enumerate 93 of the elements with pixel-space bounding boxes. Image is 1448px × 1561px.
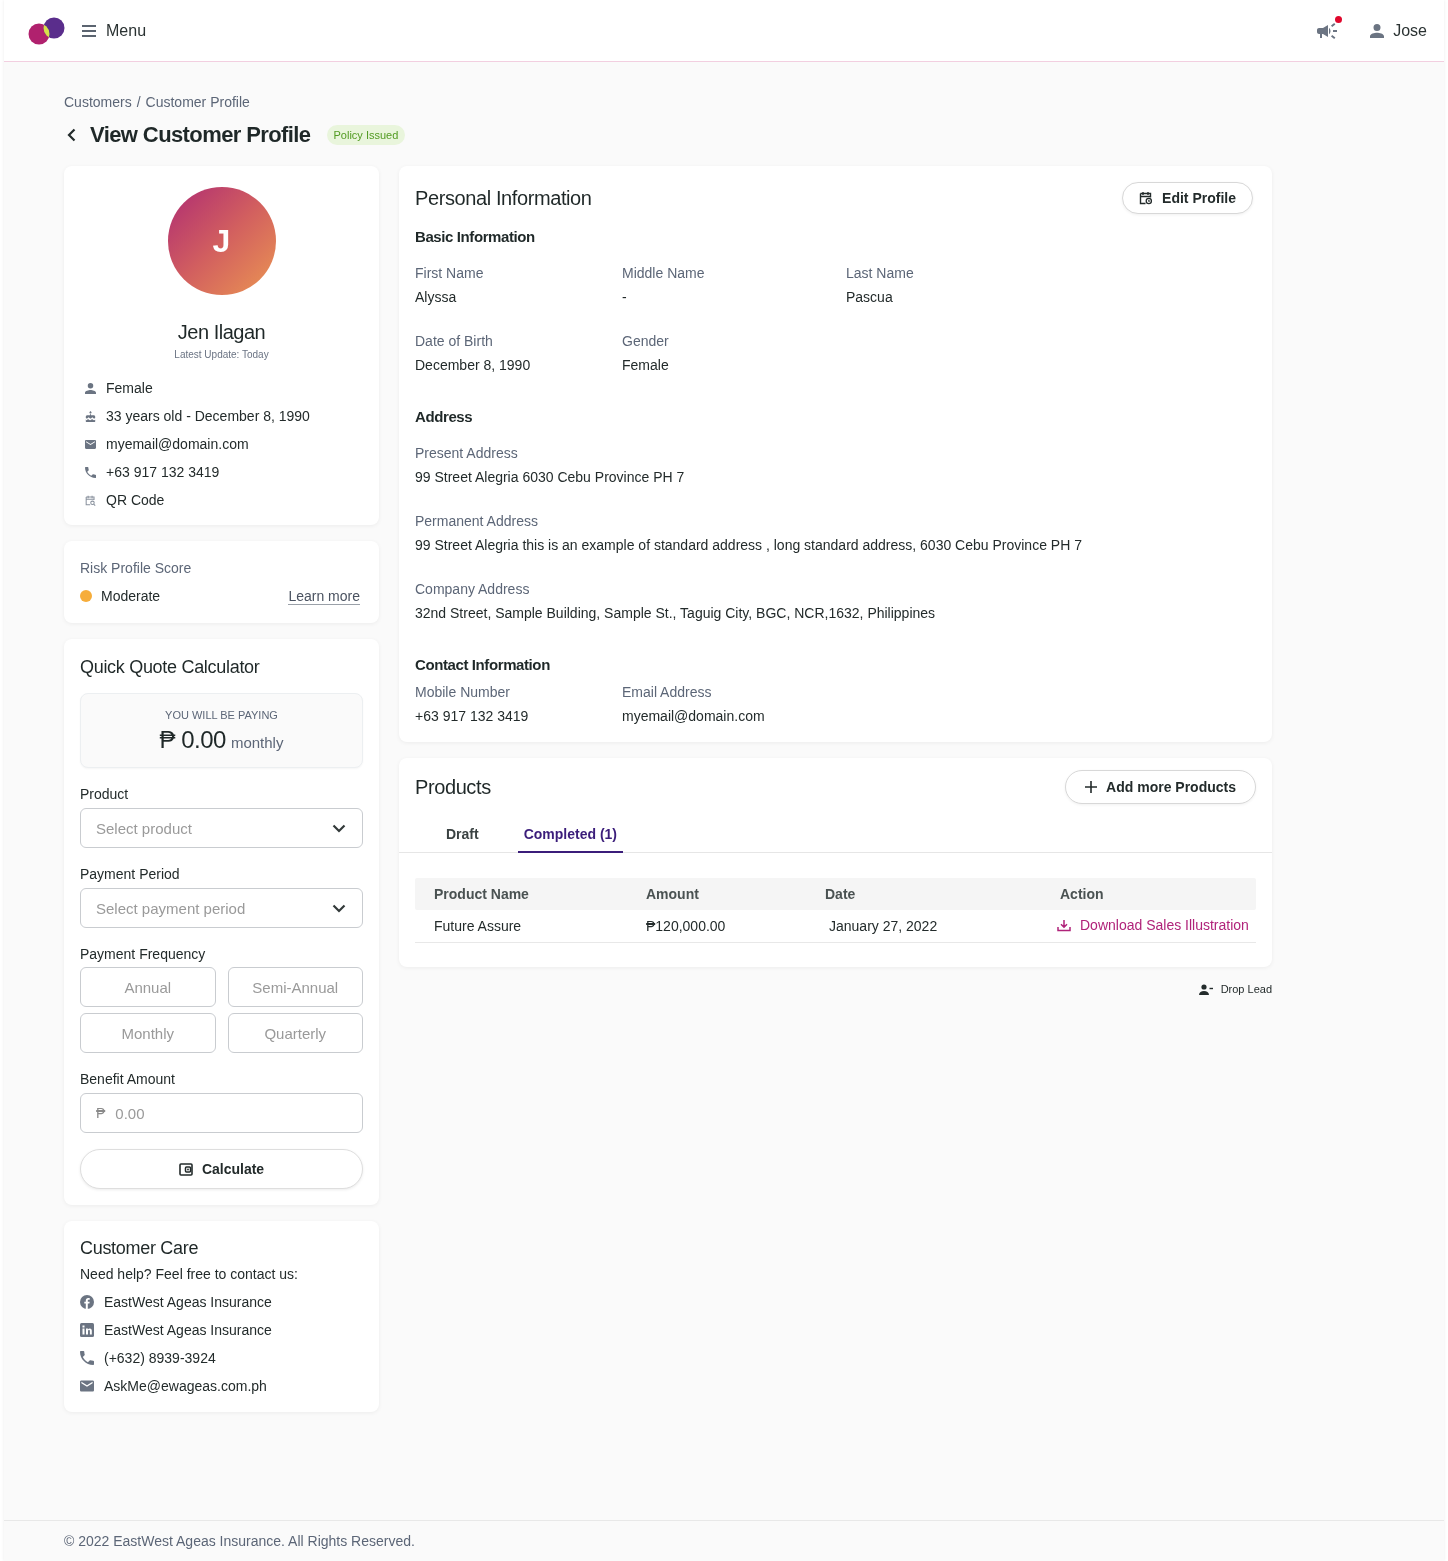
phone-icon	[85, 466, 96, 478]
plus-icon	[1085, 781, 1098, 793]
drop-lead-button[interactable]: Drop Lead	[1198, 983, 1272, 995]
status-badge: Policy Issued	[326, 125, 406, 145]
detail-text: +63 917 132 3419	[106, 463, 220, 482]
breadcrumb-current: Customer Profile	[145, 93, 250, 112]
copyright-text: © 2022 EastWest Ageas Insurance. All Rights Reserved.	[64, 1533, 415, 1549]
calendar-search-icon	[85, 494, 96, 506]
field-label: Present Address	[415, 444, 519, 463]
field-value: December 8, 1990	[415, 356, 532, 375]
wallet-icon	[178, 1162, 193, 1176]
field-label: Benefit Amount	[80, 1070, 176, 1089]
field-value: Alyssa	[415, 288, 458, 307]
chevron-down-icon	[332, 823, 346, 833]
section-title: Contact Information	[415, 655, 551, 675]
envelope-icon	[85, 438, 96, 450]
detail-text: 33 years old - December 8, 1990	[106, 407, 310, 426]
detail-text: myemail@domain.com	[106, 435, 249, 454]
add-products-button[interactable]: Add more Products	[1065, 770, 1256, 804]
megaphone-icon[interactable]	[1317, 22, 1338, 39]
customer-name: Jen Ilagan	[177, 320, 266, 345]
field-value: Pascua	[846, 288, 894, 307]
person-icon	[85, 382, 96, 394]
menu-button[interactable]: Menu	[82, 21, 147, 40]
card-title: Products	[415, 775, 491, 800]
user-icon	[1370, 23, 1385, 38]
field-value: 99 Street Alegria this is an example of standard address , long standard address, 6030 Cebu Province PH 7	[415, 536, 1083, 555]
contact-text: (+632) 8939-3924	[104, 1349, 216, 1368]
card-title: Customer Care	[80, 1237, 200, 1260]
field-label: Payment Period	[80, 865, 181, 884]
field-value: +63 917 132 3419	[415, 707, 530, 726]
avatar: J	[167, 187, 276, 295]
field-label: Product	[80, 785, 130, 804]
risk-level: Moderate	[101, 588, 161, 604]
care-intro-text: Need help? Feel free to contact us:	[80, 1265, 299, 1284]
field-label: Mobile Number	[415, 683, 511, 702]
field-label: Permanent Address	[415, 512, 539, 531]
download-icon	[1057, 918, 1071, 932]
table-cell-text: January 27, 2022	[828, 918, 939, 934]
chevron-left-icon[interactable]	[67, 128, 76, 142]
latest-update-text: Latest Update: Today	[174, 348, 269, 362]
column-header: Product Name	[433, 886, 530, 902]
card-title: Quick Quote Calculator	[80, 656, 261, 679]
field-label: Company Address	[415, 580, 531, 599]
contact-text: EastWest Ageas Insurance	[104, 1321, 272, 1340]
envelope-icon	[80, 1379, 94, 1393]
linkedin-icon	[80, 1323, 94, 1337]
risk-label: Risk Profile Score	[80, 559, 193, 578]
section-title: Address	[415, 407, 474, 427]
field-label: Last Name	[846, 264, 915, 283]
field-value: 99 Street Alegria 6030 Cebu Province PH 7	[415, 468, 686, 487]
detail-text: Female	[106, 379, 153, 398]
field-value: -	[622, 288, 628, 307]
user-menu-button[interactable]: Jose	[1370, 21, 1427, 40]
amount-text: ₱ 0.00	[159, 725, 226, 755]
logo-icon[interactable]	[28, 16, 66, 45]
user-minus-icon	[1198, 983, 1213, 995]
calendar-icon	[1139, 191, 1154, 205]
table-cell-text: Future Assure	[433, 918, 523, 934]
tab[interactable]: Completed (1)	[517, 814, 623, 853]
edit-profile-button[interactable]: Edit Profile	[1122, 182, 1253, 214]
learn-more-link[interactable]: Learn more	[288, 587, 360, 605]
field-label: Gender	[622, 332, 670, 351]
field-label: Email Address	[622, 683, 713, 702]
calculate-button[interactable]: Calculate	[80, 1149, 363, 1189]
phone-icon	[80, 1351, 94, 1365]
section-title: Basic Information	[415, 227, 536, 247]
tab[interactable]: Draft	[440, 814, 485, 853]
field-label: Payment Frequency	[80, 945, 207, 964]
field-label: First Name	[415, 264, 485, 283]
table-cell-text: ₱120,000.00	[645, 918, 727, 934]
breadcrumb-separator: /	[136, 93, 141, 112]
summary-caption: YOU WILL BE PAYING	[165, 708, 278, 722]
breadcrumb-link[interactable]: Customers	[64, 92, 132, 112]
contact-text: EastWest Ageas Insurance	[104, 1293, 272, 1312]
field-label: Date of Birth	[415, 332, 494, 351]
download-link[interactable]: Download Sales Illustration	[1057, 917, 1249, 934]
card-title: Personal Information	[415, 186, 592, 211]
period-text: monthly	[230, 734, 284, 751]
facebook-icon	[80, 1295, 94, 1309]
cake-icon	[85, 410, 96, 422]
detail-text: QR Code	[106, 491, 165, 510]
menu-icon	[82, 24, 96, 37]
column-header: Date	[824, 886, 857, 902]
column-header: Action	[1059, 886, 1105, 902]
contact-text: AskMe@ewageas.com.ph	[104, 1377, 267, 1396]
chevron-down-icon	[332, 903, 346, 913]
page-title: View Customer Profile	[90, 121, 311, 149]
field-value: 32nd Street, Sample Building, Sample St., Taguig City, BGC, NCR,1632, Philippines	[415, 604, 937, 623]
field-value: Female	[622, 356, 670, 375]
field-value: myemail@domain.com	[622, 707, 766, 726]
column-header: Amount	[645, 886, 700, 902]
field-label: Middle Name	[622, 264, 706, 283]
